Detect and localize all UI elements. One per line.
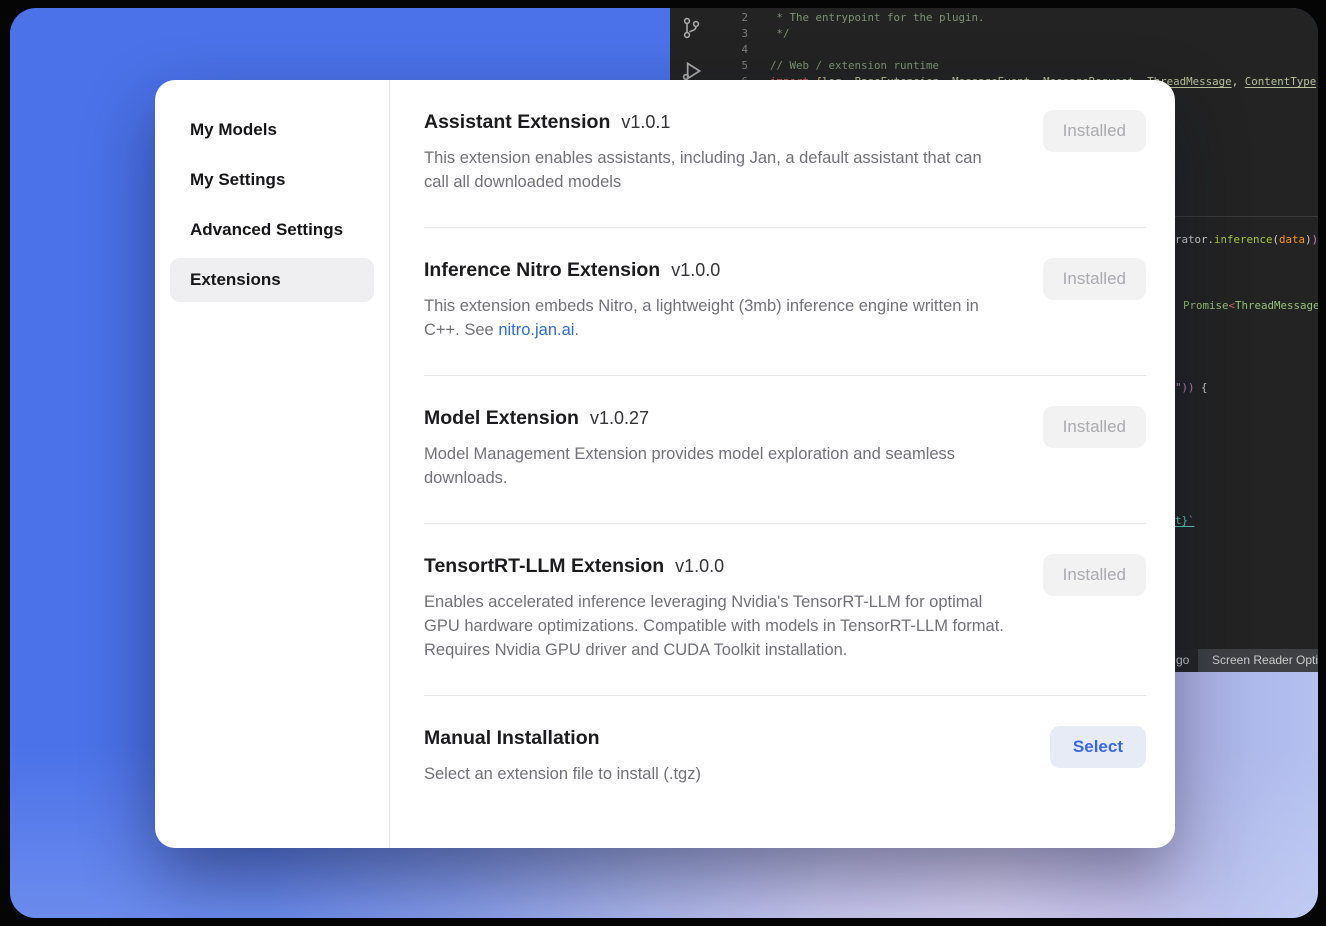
- manual-installation-description: Select an extension file to install (.tg…: [424, 762, 701, 786]
- extension-heading: Assistant Extension v1.0.1: [424, 110, 1009, 134]
- extension-row-tensorrt: TensortRT-LLM Extension v1.0.0 Enables ac…: [424, 524, 1146, 696]
- sidebar-item-my-models[interactable]: My Models: [170, 108, 374, 152]
- code-token: Promise: [1183, 299, 1229, 312]
- line-number: 5: [670, 58, 748, 74]
- extension-version: v1.0.0: [675, 556, 724, 576]
- nitro-jan-ai-link[interactable]: nitro.jan.ai: [498, 321, 574, 339]
- code-fragment: ")) {: [1175, 380, 1208, 396]
- sidebar-item-advanced-settings[interactable]: Advanced Settings: [170, 208, 374, 252]
- code-token: t}`: [1175, 514, 1195, 527]
- code-token: */: [770, 27, 790, 40]
- code-token: // Web / extension runtime: [770, 59, 939, 72]
- sidebar-item-my-settings[interactable]: My Settings: [170, 158, 374, 202]
- extension-info: Manual Installation Select an extension …: [424, 726, 701, 786]
- code-token: rator.: [1175, 233, 1214, 246]
- extension-row-model: Model Extension v1.0.27 Model Management …: [424, 376, 1146, 524]
- manual-installation-title: Manual Installation: [424, 727, 600, 749]
- description-suffix: .: [574, 321, 579, 339]
- sidebar-item-extensions[interactable]: Extensions: [170, 258, 374, 302]
- status-left-text: go: [1176, 653, 1189, 667]
- line-number: 3: [670, 26, 748, 42]
- code-line: 2 * The entrypoint for the plugin.: [670, 10, 1318, 26]
- select-file-button[interactable]: Select: [1050, 726, 1146, 768]
- extension-version: v1.0.0: [671, 260, 720, 280]
- installed-button[interactable]: Installed: [1043, 110, 1146, 152]
- extension-description: This extension enables assistants, inclu…: [424, 146, 1009, 194]
- code-line: 4: [670, 42, 1318, 58]
- line-number: 2: [670, 10, 748, 26]
- code-lines: 2 * The entrypoint for the plugin.3 */45…: [670, 10, 1318, 90]
- extension-description: Model Management Extension provides mode…: [424, 442, 1009, 490]
- code-token: data: [1279, 233, 1305, 246]
- extension-title: TensortRT-LLM Extension: [424, 555, 664, 577]
- extension-heading: Inference Nitro Extension v1.0.0: [424, 258, 1009, 282]
- code-token: )): [1182, 381, 1195, 394]
- extension-info: Assistant Extension v1.0.1 This extension…: [424, 110, 1009, 194]
- extension-description: This extension embeds Nitro, a lightweig…: [424, 294, 1009, 342]
- extension-heading: Model Extension v1.0.27: [424, 406, 1009, 430]
- code-line: 3 */: [670, 26, 1318, 42]
- screen-reader-status: Screen Reader Optimize: [1198, 649, 1318, 672]
- installed-button[interactable]: Installed: [1043, 406, 1146, 448]
- extension-heading: TensortRT-LLM Extension v1.0.0: [424, 554, 1009, 578]
- extension-row-assistant: Assistant Extension v1.0.1 This extension…: [424, 80, 1146, 228]
- settings-sidebar: My Models My Settings Advanced Settings …: [155, 80, 390, 848]
- extension-version: v1.0.27: [590, 408, 649, 428]
- code-fragment: t}`: [1175, 513, 1195, 529]
- extension-title: Assistant Extension: [424, 111, 610, 133]
- code-token: ThreadMessage: [1235, 299, 1318, 312]
- settings-modal: My Models My Settings Advanced Settings …: [155, 80, 1175, 848]
- installed-button[interactable]: Installed: [1043, 554, 1146, 596]
- extension-info: TensortRT-LLM Extension v1.0.0 Enables ac…: [424, 554, 1009, 662]
- extension-description: Enables accelerated inference leveraging…: [424, 590, 1009, 662]
- code-token: inference: [1214, 233, 1273, 246]
- extension-title: Inference Nitro Extension: [424, 259, 660, 281]
- code-fragment: Promise<ThreadMessage>: [1183, 298, 1318, 314]
- code-token: ,: [1232, 75, 1245, 88]
- installed-button[interactable]: Installed: [1043, 258, 1146, 300]
- extension-version: v1.0.1: [621, 112, 670, 132]
- manual-installation-row: Manual Installation Select an extension …: [424, 696, 1146, 819]
- extension-info: Inference Nitro Extension v1.0.0 This ext…: [424, 258, 1009, 342]
- code-token: ContentType: [1245, 75, 1317, 88]
- desktop-background: 2 * The entrypoint for the plugin.3 */45…: [0, 0, 1326, 926]
- line-number: 4: [670, 42, 748, 58]
- code-fragment: rator.inference(data));: [1175, 232, 1318, 248]
- extensions-list: Assistant Extension v1.0.1 This extension…: [390, 80, 1175, 848]
- extension-row-nitro: Inference Nitro Extension v1.0.0 This ext…: [424, 228, 1146, 376]
- extension-info: Model Extension v1.0.27 Model Management …: [424, 406, 1009, 490]
- code-token: {: [1195, 381, 1208, 394]
- code-token: * The entrypoint for the plugin.: [770, 11, 985, 24]
- extension-title: Model Extension: [424, 407, 579, 429]
- code-line: 5 // Web / extension runtime: [670, 58, 1318, 74]
- extension-heading: Manual Installation: [424, 726, 701, 750]
